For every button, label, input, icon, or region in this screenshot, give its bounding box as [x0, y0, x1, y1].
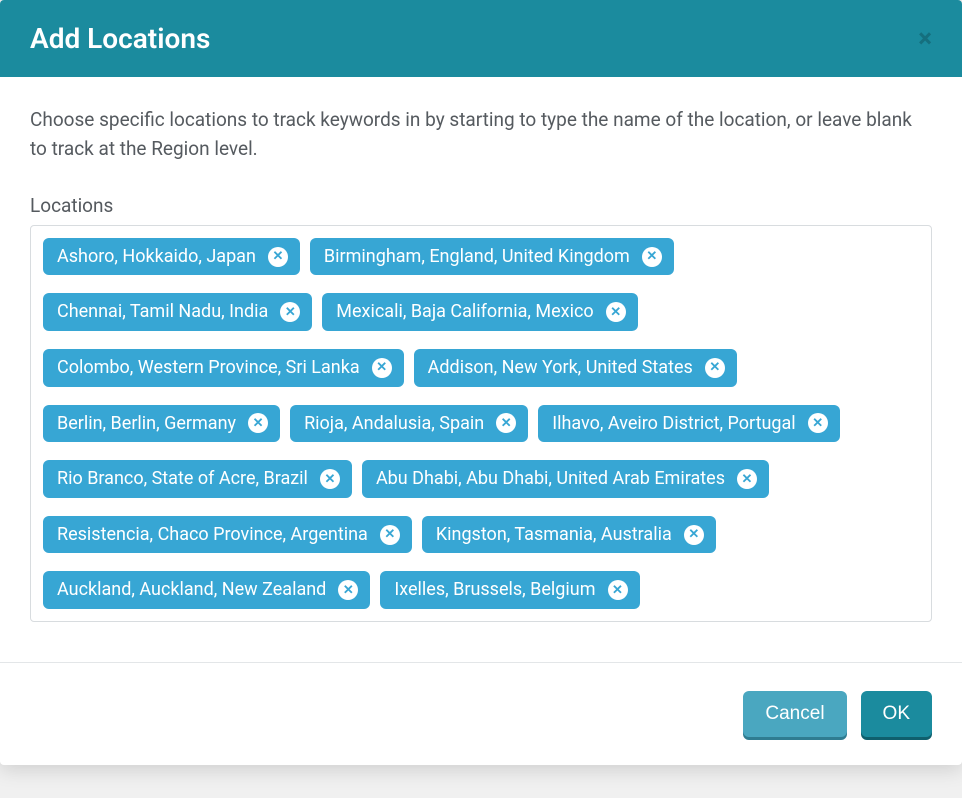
modal-footer: Cancel OK: [0, 662, 962, 765]
remove-chip-icon[interactable]: ✕: [338, 580, 358, 600]
location-chip-label: Colombo, Western Province, Sri Lanka: [57, 357, 360, 379]
location-chip: Auckland, Auckland, New Zealand ✕: [43, 571, 370, 609]
close-icon[interactable]: ×: [918, 26, 932, 52]
modal-header: Add Locations ×: [0, 0, 962, 77]
location-chip-label: Ilhavo, Aveiro District, Portugal: [552, 413, 795, 435]
location-chip: Ilhavo, Aveiro District, Portugal ✕: [538, 405, 839, 443]
remove-chip-icon[interactable]: ✕: [280, 302, 300, 322]
location-chip-label: Birmingham, England, United Kingdom: [324, 246, 630, 268]
remove-chip-icon[interactable]: ✕: [380, 525, 400, 545]
location-chip: Ashoro, Hokkaido, Japan ✕: [43, 238, 300, 276]
remove-chip-icon[interactable]: ✕: [684, 525, 704, 545]
location-chip-label: Rio Branco, State of Acre, Brazil: [57, 468, 308, 490]
location-chip-label: Addison, New York, United States: [428, 357, 693, 379]
location-chip-label: Auckland, Auckland, New Zealand: [57, 579, 326, 601]
location-chip-label: Ashoro, Hokkaido, Japan: [57, 246, 256, 268]
remove-chip-icon[interactable]: ✕: [372, 358, 392, 378]
location-chip: Berlin, Berlin, Germany ✕: [43, 405, 280, 443]
remove-chip-icon[interactable]: ✕: [268, 247, 288, 267]
location-chip: Resistencia, Chaco Province, Argentina ✕: [43, 516, 412, 554]
remove-chip-icon[interactable]: ✕: [606, 302, 626, 322]
location-chip: Colombo, Western Province, Sri Lanka ✕: [43, 349, 404, 387]
remove-chip-icon[interactable]: ✕: [248, 413, 268, 433]
location-chip-label: Berlin, Berlin, Germany: [57, 413, 236, 435]
location-chip-label: Kingston, Tasmania, Australia: [436, 524, 672, 546]
remove-chip-icon[interactable]: ✕: [808, 413, 828, 433]
remove-chip-icon[interactable]: ✕: [642, 247, 662, 267]
location-chip: Chennai, Tamil Nadu, India ✕: [43, 293, 312, 331]
remove-chip-icon[interactable]: ✕: [737, 469, 757, 489]
locations-input[interactable]: Ashoro, Hokkaido, Japan✕Birmingham, Engl…: [30, 225, 932, 622]
location-chip: Kingston, Tasmania, Australia ✕: [422, 516, 716, 554]
locations-label: Locations: [30, 194, 932, 217]
location-chip: Abu Dhabi, Abu Dhabi, United Arab Emirat…: [362, 460, 769, 498]
modal-body: Choose specific locations to track keywo…: [0, 77, 962, 662]
location-chip-label: Chennai, Tamil Nadu, India: [57, 301, 268, 323]
location-chip: Birmingham, England, United Kingdom ✕: [310, 238, 674, 276]
remove-chip-icon[interactable]: ✕: [496, 413, 516, 433]
location-chip-label: Abu Dhabi, Abu Dhabi, United Arab Emirat…: [376, 468, 725, 490]
location-chip: Rio Branco, State of Acre, Brazil ✕: [43, 460, 352, 498]
ok-button[interactable]: OK: [861, 691, 932, 737]
location-chip-label: Rioja, Andalusia, Spain: [304, 413, 484, 435]
remove-chip-icon[interactable]: ✕: [705, 358, 725, 378]
location-chip: Rioja, Andalusia, Spain ✕: [290, 405, 528, 443]
location-chip: Addison, New York, United States ✕: [414, 349, 737, 387]
modal-description: Choose specific locations to track keywo…: [30, 105, 932, 164]
location-chip-label: Mexicali, Baja California, Mexico: [336, 301, 593, 323]
remove-chip-icon[interactable]: ✕: [320, 469, 340, 489]
location-chip-label: Ixelles, Brussels, Belgium: [394, 579, 595, 601]
modal-title: Add Locations: [30, 22, 210, 55]
add-locations-modal: Add Locations × Choose specific location…: [0, 0, 962, 765]
location-chip-label: Resistencia, Chaco Province, Argentina: [57, 524, 368, 546]
location-chip: Mexicali, Baja California, Mexico ✕: [322, 293, 637, 331]
location-chip: Ixelles, Brussels, Belgium ✕: [380, 571, 639, 609]
cancel-button[interactable]: Cancel: [743, 691, 846, 737]
remove-chip-icon[interactable]: ✕: [608, 580, 628, 600]
